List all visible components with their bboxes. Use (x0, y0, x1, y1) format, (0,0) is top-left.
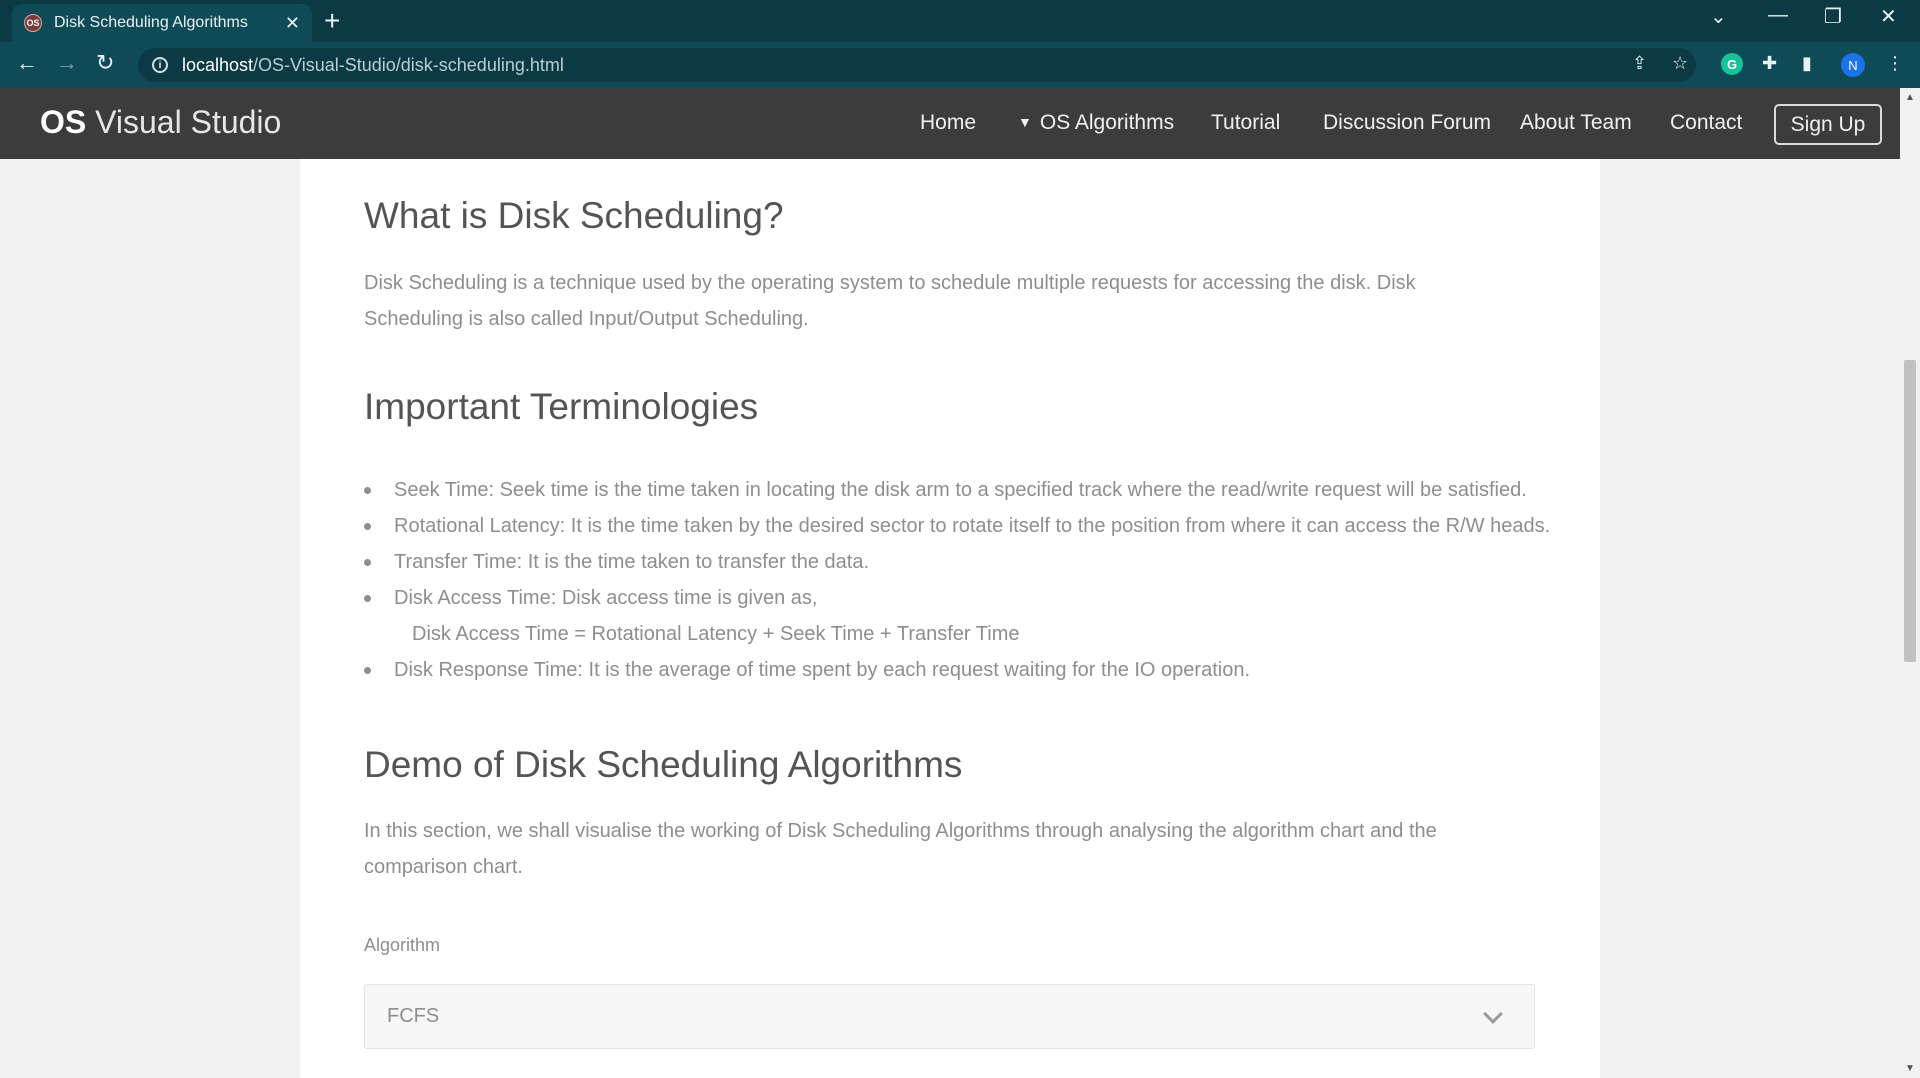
site-info-icon[interactable]: i (152, 57, 168, 73)
close-window-icon[interactable]: ✕ (1880, 4, 1897, 29)
site-navbar: OS Visual Studio Home ▼ OS Algorithms Tut… (0, 88, 1900, 159)
close-tab-icon[interactable]: ✕ (285, 13, 300, 34)
restore-icon[interactable]: ❐ (1824, 4, 1842, 29)
side-panel-icon[interactable]: ▮ (1802, 53, 1812, 74)
list-item: Rotational Latency: It is the time taken… (364, 508, 1550, 544)
back-arrow-icon[interactable]: ← (16, 50, 38, 76)
what-is-heading: What is Disk Scheduling? (364, 195, 784, 236)
minimize-icon[interactable]: — (1768, 4, 1788, 27)
site-brand-logo[interactable]: OS Visual Studio (40, 104, 281, 141)
reload-icon[interactable]: ↻ (96, 50, 114, 76)
list-item: Seek Time: Seek time is the time taken i… (364, 472, 1527, 508)
list-item: Transfer Time: It is the time taken to t… (364, 544, 1524, 580)
terminologies-list: Seek Time: Seek time is the time taken i… (364, 472, 1550, 688)
browser-menu-icon[interactable]: ⋮ (1886, 53, 1904, 74)
nav-contact[interactable]: Contact (1670, 111, 1742, 135)
page-scrollbar[interactable]: ▲ ▼ (1900, 88, 1920, 1078)
browser-tab-strip: OS Disk Scheduling Algorithms ✕ + ⌄ — ❐ … (0, 0, 1920, 42)
address-bar-row: ← → ↻ i localhost/OS-Visual-Studio/disk-… (0, 42, 1920, 88)
sign-up-button[interactable]: Sign Up (1774, 104, 1882, 145)
list-item: Disk Response Time: It is the average of… (364, 652, 1524, 688)
scrollbar-thumb[interactable] (1904, 360, 1916, 662)
profile-avatar[interactable]: N (1841, 53, 1865, 77)
url-field[interactable]: i localhost/OS-Visual-Studio/disk-schedu… (138, 48, 1696, 82)
main-content: What is Disk Scheduling? Disk Scheduling… (300, 159, 1600, 1078)
forward-arrow-icon[interactable]: → (56, 50, 78, 76)
new-tab-icon[interactable]: + (324, 6, 340, 36)
brand-bold: OS (40, 104, 87, 140)
list-item: Disk Access Time: Disk access time is gi… (364, 580, 1524, 616)
nav-home[interactable]: Home (920, 111, 976, 135)
brand-rest: Visual Studio (86, 104, 282, 140)
url-host: localhost (182, 54, 254, 75)
what-is-text: Disk Scheduling is a technique used by t… (364, 272, 1416, 330)
nav-os-algorithms-label: OS Algorithms (1039, 111, 1175, 134)
scroll-down-icon[interactable]: ▼ (1905, 1063, 1915, 1074)
algorithm-select[interactable]: FCFS (364, 984, 1535, 1049)
share-icon[interactable]: ⇪ (1632, 53, 1647, 74)
nav-os-algorithms[interactable]: ▼ OS Algorithms (1018, 111, 1174, 135)
bookmark-star-icon[interactable]: ☆ (1672, 53, 1688, 74)
grammarly-extension-icon[interactable]: G (1721, 53, 1743, 75)
nav-about-team[interactable]: About Team (1520, 111, 1632, 135)
algorithm-label: Algorithm (364, 935, 441, 955)
terminologies-heading: Important Terminologies (364, 386, 759, 427)
demo-heading: Demo of Disk Scheduling Algorithms (364, 744, 963, 785)
nav-discussion-forum[interactable]: Discussion Forum (1323, 111, 1491, 135)
demo-text: In this section, we shall visualise the … (364, 820, 1437, 878)
scroll-up-icon[interactable]: ▲ (1905, 92, 1915, 103)
tab-search-chevron-icon[interactable]: ⌄ (1710, 4, 1727, 29)
browser-tab[interactable]: OS Disk Scheduling Algorithms ✕ (12, 4, 312, 42)
nav-tutorial[interactable]: Tutorial (1211, 111, 1280, 135)
site-favicon-icon: OS (24, 14, 42, 32)
extensions-puzzle-icon[interactable]: ✚ (1762, 53, 1777, 74)
tab-title: Disk Scheduling Algorithms (54, 14, 248, 31)
url-path: /OS-Visual-Studio/disk-scheduling.html (253, 54, 564, 75)
chevron-down-icon (1483, 1004, 1503, 1024)
chevron-down-icon: ▼ (1018, 114, 1032, 130)
formula-line: Disk Access Time = Rotational Latency + … (412, 623, 1020, 645)
algorithm-selected-value: FCFS (387, 1005, 440, 1027)
